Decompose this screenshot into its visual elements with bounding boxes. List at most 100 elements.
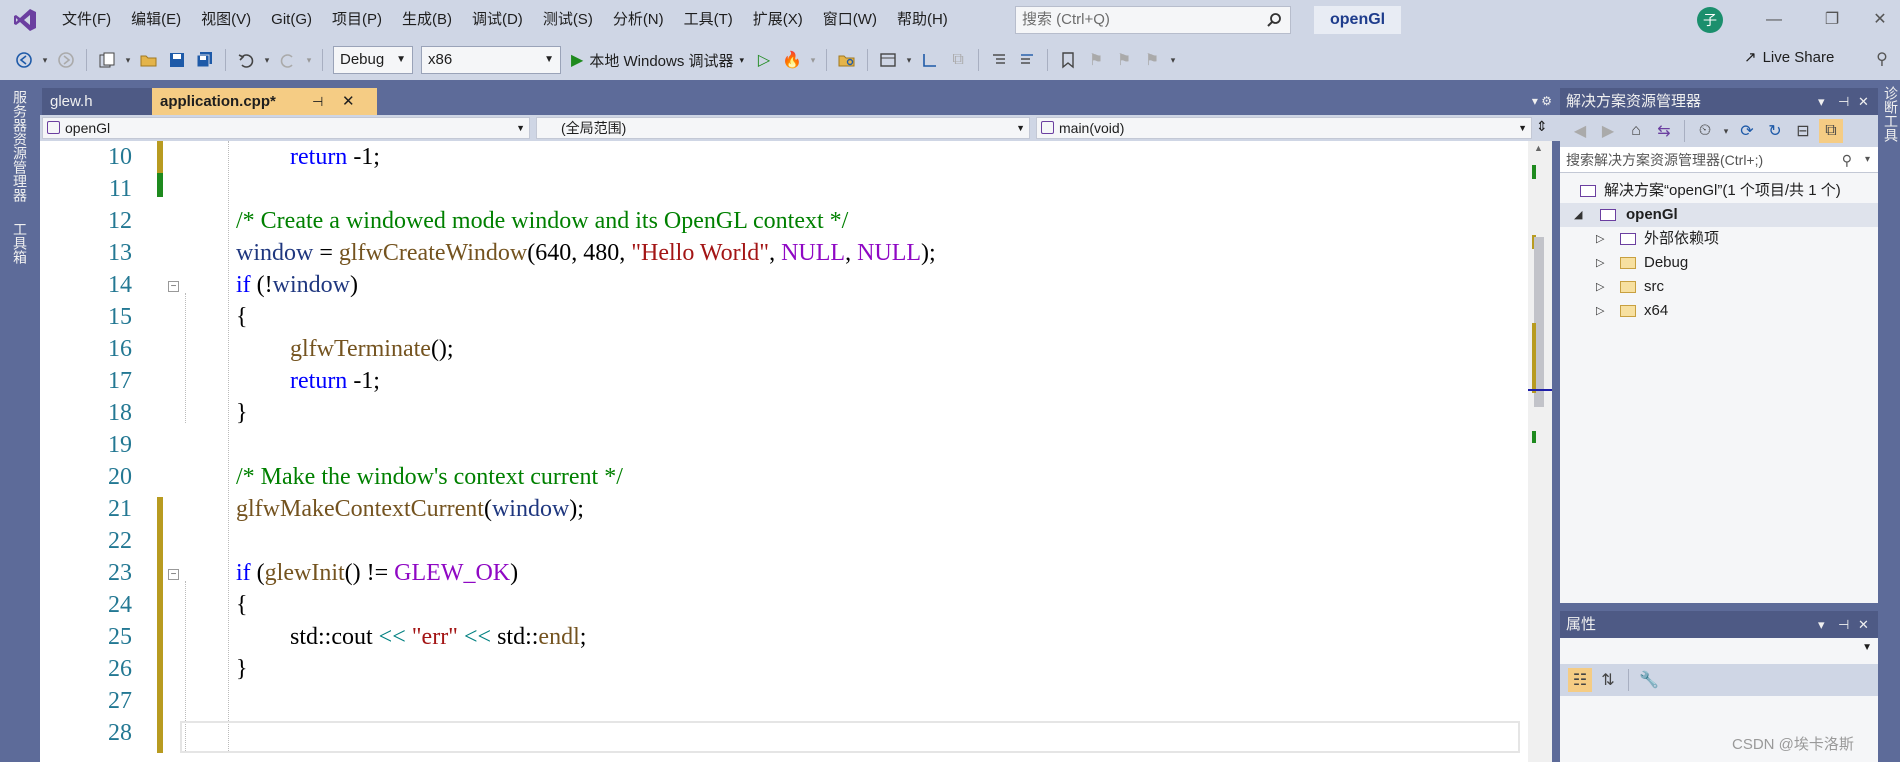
project-combo[interactable]: openGl ▼ [42, 117, 530, 139]
menu-build[interactable]: 生成(B) [392, 6, 462, 34]
bookmark-icon[interactable] [1056, 48, 1080, 72]
menu-test[interactable]: 测试(S) [533, 6, 603, 34]
collapsed-arrow-icon[interactable]: ▷ [1596, 299, 1604, 323]
switch-views-icon[interactable]: ⇆ [1652, 119, 1676, 143]
restore-icon[interactable]: ❐ [1820, 8, 1844, 32]
properties-object-select[interactable]: ▼ [1560, 638, 1878, 664]
undo-icon[interactable] [234, 48, 258, 72]
solution-configuration-select[interactable]: Debug ▼ [333, 46, 413, 74]
chevron-down-icon[interactable]: ▾ [304, 48, 314, 72]
home-icon[interactable]: ⌂ [1624, 119, 1648, 143]
back-icon[interactable]: ◀ [1568, 119, 1592, 143]
pin-icon[interactable]: ⊣ [312, 88, 323, 115]
chevron-down-icon[interactable]: ▾ [262, 48, 272, 72]
property-pages-icon[interactable]: 🔧 [1637, 668, 1661, 692]
copy-disabled-icon[interactable]: ⧉ [946, 48, 970, 72]
scope-combo[interactable]: (全局范围) ▼ [536, 117, 1030, 139]
menu-extensions[interactable]: 扩展(X) [743, 6, 813, 34]
chevron-down-icon[interactable]: ▾ [808, 48, 818, 72]
close-window-icon[interactable]: ✕ [1868, 8, 1892, 32]
editor-vertical-scrollbar[interactable]: ▲ [1528, 141, 1552, 762]
collapse-icon[interactable]: − [168, 281, 179, 292]
close-icon[interactable]: ✕ [1858, 88, 1869, 115]
diagnostic-tools-tab[interactable]: 诊断工具 [1881, 86, 1900, 142]
member-combo[interactable]: main(void) ▼ [1036, 117, 1532, 139]
close-icon[interactable]: ✕ [342, 88, 355, 115]
forward-icon[interactable]: ▶ [1596, 119, 1620, 143]
pin-icon[interactable]: ⊣ [1838, 88, 1849, 115]
collapsed-arrow-icon[interactable]: ▷ [1596, 275, 1604, 299]
chevron-down-icon[interactable]: ▾ [1818, 611, 1825, 638]
pending-changes-icon[interactable]: ⏲ [1693, 119, 1717, 143]
menu-help[interactable]: 帮助(H) [887, 6, 958, 34]
show-all-files-icon[interactable]: ⧉ [1819, 119, 1843, 143]
categorized-icon[interactable]: ☷ [1568, 668, 1592, 692]
forward-icon[interactable] [54, 48, 78, 72]
minimize-icon[interactable]: — [1762, 8, 1786, 32]
new-project-icon[interactable] [95, 48, 119, 72]
code-editor[interactable]: 10 11 12 13 14 15 16 17 18 19 20 21 22 2… [40, 141, 1552, 762]
search-input[interactable]: 搜索 (Ctrl+Q) [1015, 6, 1291, 34]
toolbox-tab[interactable]: 工具箱 [10, 222, 30, 264]
menu-view[interactable]: 视图(V) [191, 6, 261, 34]
solution-platform-select[interactable]: x86 ▼ [421, 46, 561, 74]
tab-overflow-icon[interactable]: ▾ ⚙ [1532, 88, 1552, 115]
tab-glew-h[interactable]: glew.h [42, 88, 152, 115]
collapsed-arrow-icon[interactable]: ▷ [1596, 227, 1604, 251]
back-icon[interactable] [12, 48, 36, 72]
split-icon[interactable]: ⇕ [1536, 118, 1548, 135]
avatar[interactable]: 子 [1697, 7, 1723, 33]
scroll-up-icon[interactable]: ▲ [1534, 143, 1543, 153]
tree-item-src[interactable]: ▷ src [1560, 275, 1878, 299]
prev-bookmark-icon[interactable]: ⚑ [1084, 48, 1108, 72]
pin-icon[interactable]: ⊣ [1838, 611, 1849, 638]
chevron-down-icon[interactable]: ▾ [904, 48, 914, 72]
step-icon[interactable] [918, 48, 942, 72]
server-explorer-tab[interactable]: 服务器资源管理器 [10, 90, 30, 202]
uncomment-lines-icon[interactable] [1015, 48, 1039, 72]
comment-lines-icon[interactable] [987, 48, 1011, 72]
tree-project-node[interactable]: ◢ openGl [1560, 203, 1878, 227]
menu-tools[interactable]: 工具(T) [674, 6, 743, 34]
open-folder-icon[interactable] [137, 48, 161, 72]
collapse-all-icon[interactable]: ⊟ [1791, 119, 1815, 143]
menu-window[interactable]: 窗口(W) [813, 6, 887, 34]
visual-studio-logo-icon[interactable] [10, 5, 40, 35]
solution-search-input[interactable]: 搜索解决方案资源管理器(Ctrl+;) ⚲ ▾ [1560, 147, 1878, 173]
hot-reload-icon[interactable]: 🔥 [780, 48, 804, 72]
close-icon[interactable]: ✕ [1858, 611, 1869, 638]
start-without-debugging-icon[interactable]: ▷ [752, 48, 776, 72]
tab-application-cpp[interactable]: application.cpp* ⊣ ✕ [152, 88, 377, 115]
collapsed-arrow-icon[interactable]: ▷ [1596, 251, 1604, 275]
start-debugging-button[interactable]: ▶ 本地 Windows 调试器 ▾ [571, 50, 744, 71]
tree-item-x64[interactable]: ▷ x64 [1560, 299, 1878, 323]
menu-analyze[interactable]: 分析(N) [603, 6, 674, 34]
chevron-down-icon[interactable]: ▾ [40, 48, 50, 72]
next-bookmark-icon[interactable]: ⚑ [1112, 48, 1136, 72]
save-all-icon[interactable] [193, 48, 217, 72]
redo-icon[interactable] [276, 48, 300, 72]
chevron-down-icon[interactable]: ▾ [123, 48, 133, 72]
menu-project[interactable]: 项目(P) [322, 6, 392, 34]
window-layout-icon[interactable] [876, 48, 900, 72]
collapse-icon[interactable]: − [168, 569, 179, 580]
tree-solution-node[interactable]: 解决方案“openGl”(1 个项目/共 1 个) [1560, 179, 1878, 203]
refresh-icon[interactable]: ↻ [1763, 119, 1787, 143]
expanded-arrow-icon[interactable]: ◢ [1574, 203, 1582, 227]
chevron-down-icon[interactable]: ▾ [1721, 119, 1731, 143]
menu-edit[interactable]: 编辑(E) [121, 6, 191, 34]
feedback-icon[interactable]: ⚲ [1870, 48, 1894, 72]
browse-folder-icon[interactable] [835, 48, 859, 72]
menu-file[interactable]: 文件(F) [52, 6, 121, 34]
menu-debug[interactable]: 调试(D) [462, 6, 533, 34]
sync-icon[interactable]: ⟳ [1735, 119, 1759, 143]
save-icon[interactable] [165, 48, 189, 72]
tree-item-debug[interactable]: ▷ Debug [1560, 251, 1878, 275]
live-share-button[interactable]: ↗ Live Share [1744, 48, 1834, 67]
chevron-down-icon[interactable]: ▾ [1865, 147, 1870, 173]
chevron-down-icon[interactable]: ▾ [1818, 88, 1825, 115]
menu-git[interactable]: Git(G) [261, 6, 322, 34]
tree-item-external-deps[interactable]: ▷ 外部依赖项 [1560, 227, 1878, 251]
clear-bookmarks-icon[interactable]: ⚑ [1140, 48, 1164, 72]
chevron-down-icon[interactable]: ▾ [1168, 48, 1178, 72]
